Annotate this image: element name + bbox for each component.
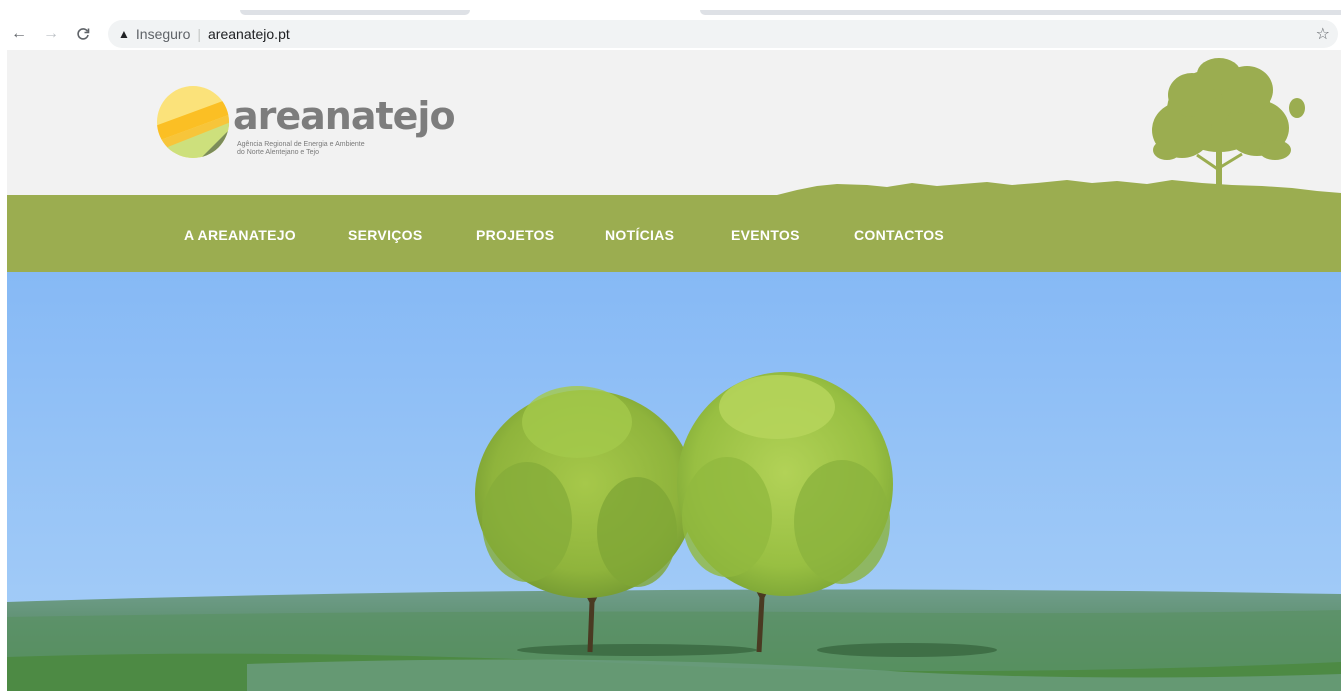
site-logo[interactable]: areanatejo Agência Regional de Energia e…: [155, 84, 456, 164]
tab-strip: [0, 0, 1341, 18]
separator: |: [197, 26, 202, 42]
hero-image: [7, 272, 1341, 691]
reload-icon: [77, 28, 90, 40]
back-button[interactable]: ←: [6, 21, 32, 47]
forward-button[interactable]: →: [38, 21, 64, 47]
address-bar[interactable]: ▲ Inseguro | areanatejo.pt ☆: [108, 20, 1338, 48]
browser-toolbar: ← → ▲ Inseguro | areanatejo.pt ☆: [0, 18, 1341, 50]
nav-item-noticias[interactable]: NOTÍCIAS: [605, 227, 674, 243]
tab-edge[interactable]: [240, 10, 470, 15]
main-nav: A AREANATEJO SERVIÇOS PROJETOS NOTÍCIAS …: [7, 195, 1341, 272]
tab-edge[interactable]: [700, 10, 1341, 15]
security-label[interactable]: Inseguro: [136, 26, 190, 42]
star-icon[interactable]: ☆: [1316, 24, 1330, 44]
tree-icon: [1152, 58, 1305, 188]
nav-item-a-areanatejo[interactable]: A AREANATEJO: [184, 227, 296, 243]
arrow-left-icon: ←: [11, 25, 27, 42]
logo-tagline-line1: Agência Regional de Energia e Ambiente: [237, 141, 365, 148]
url-text[interactable]: areanatejo.pt: [208, 26, 290, 42]
nav-item-contactos[interactable]: CONTACTOS: [854, 227, 944, 243]
sun-logo-icon: [157, 86, 229, 158]
logo-tagline: Agência Regional de Energia e Ambiente d…: [237, 141, 437, 157]
logo-tagline-line2: do Norte Alentejano e Tejo: [237, 149, 319, 156]
landscape-photo: [7, 272, 1341, 691]
logo-wordmark: areanatejo: [233, 94, 456, 138]
site-header: areanatejo Agência Regional de Energia e…: [7, 50, 1341, 195]
nav-item-servicos[interactable]: SERVIÇOS: [348, 227, 423, 243]
nav-item-projetos[interactable]: PROJETOS: [476, 227, 554, 243]
warning-triangle-icon[interactable]: ▲: [118, 27, 130, 41]
arrow-right-icon: →: [43, 25, 59, 42]
nav-item-eventos[interactable]: EVENTOS: [731, 227, 800, 243]
webpage: areanatejo Agência Regional de Energia e…: [7, 50, 1341, 691]
reload-button[interactable]: [70, 21, 96, 47]
